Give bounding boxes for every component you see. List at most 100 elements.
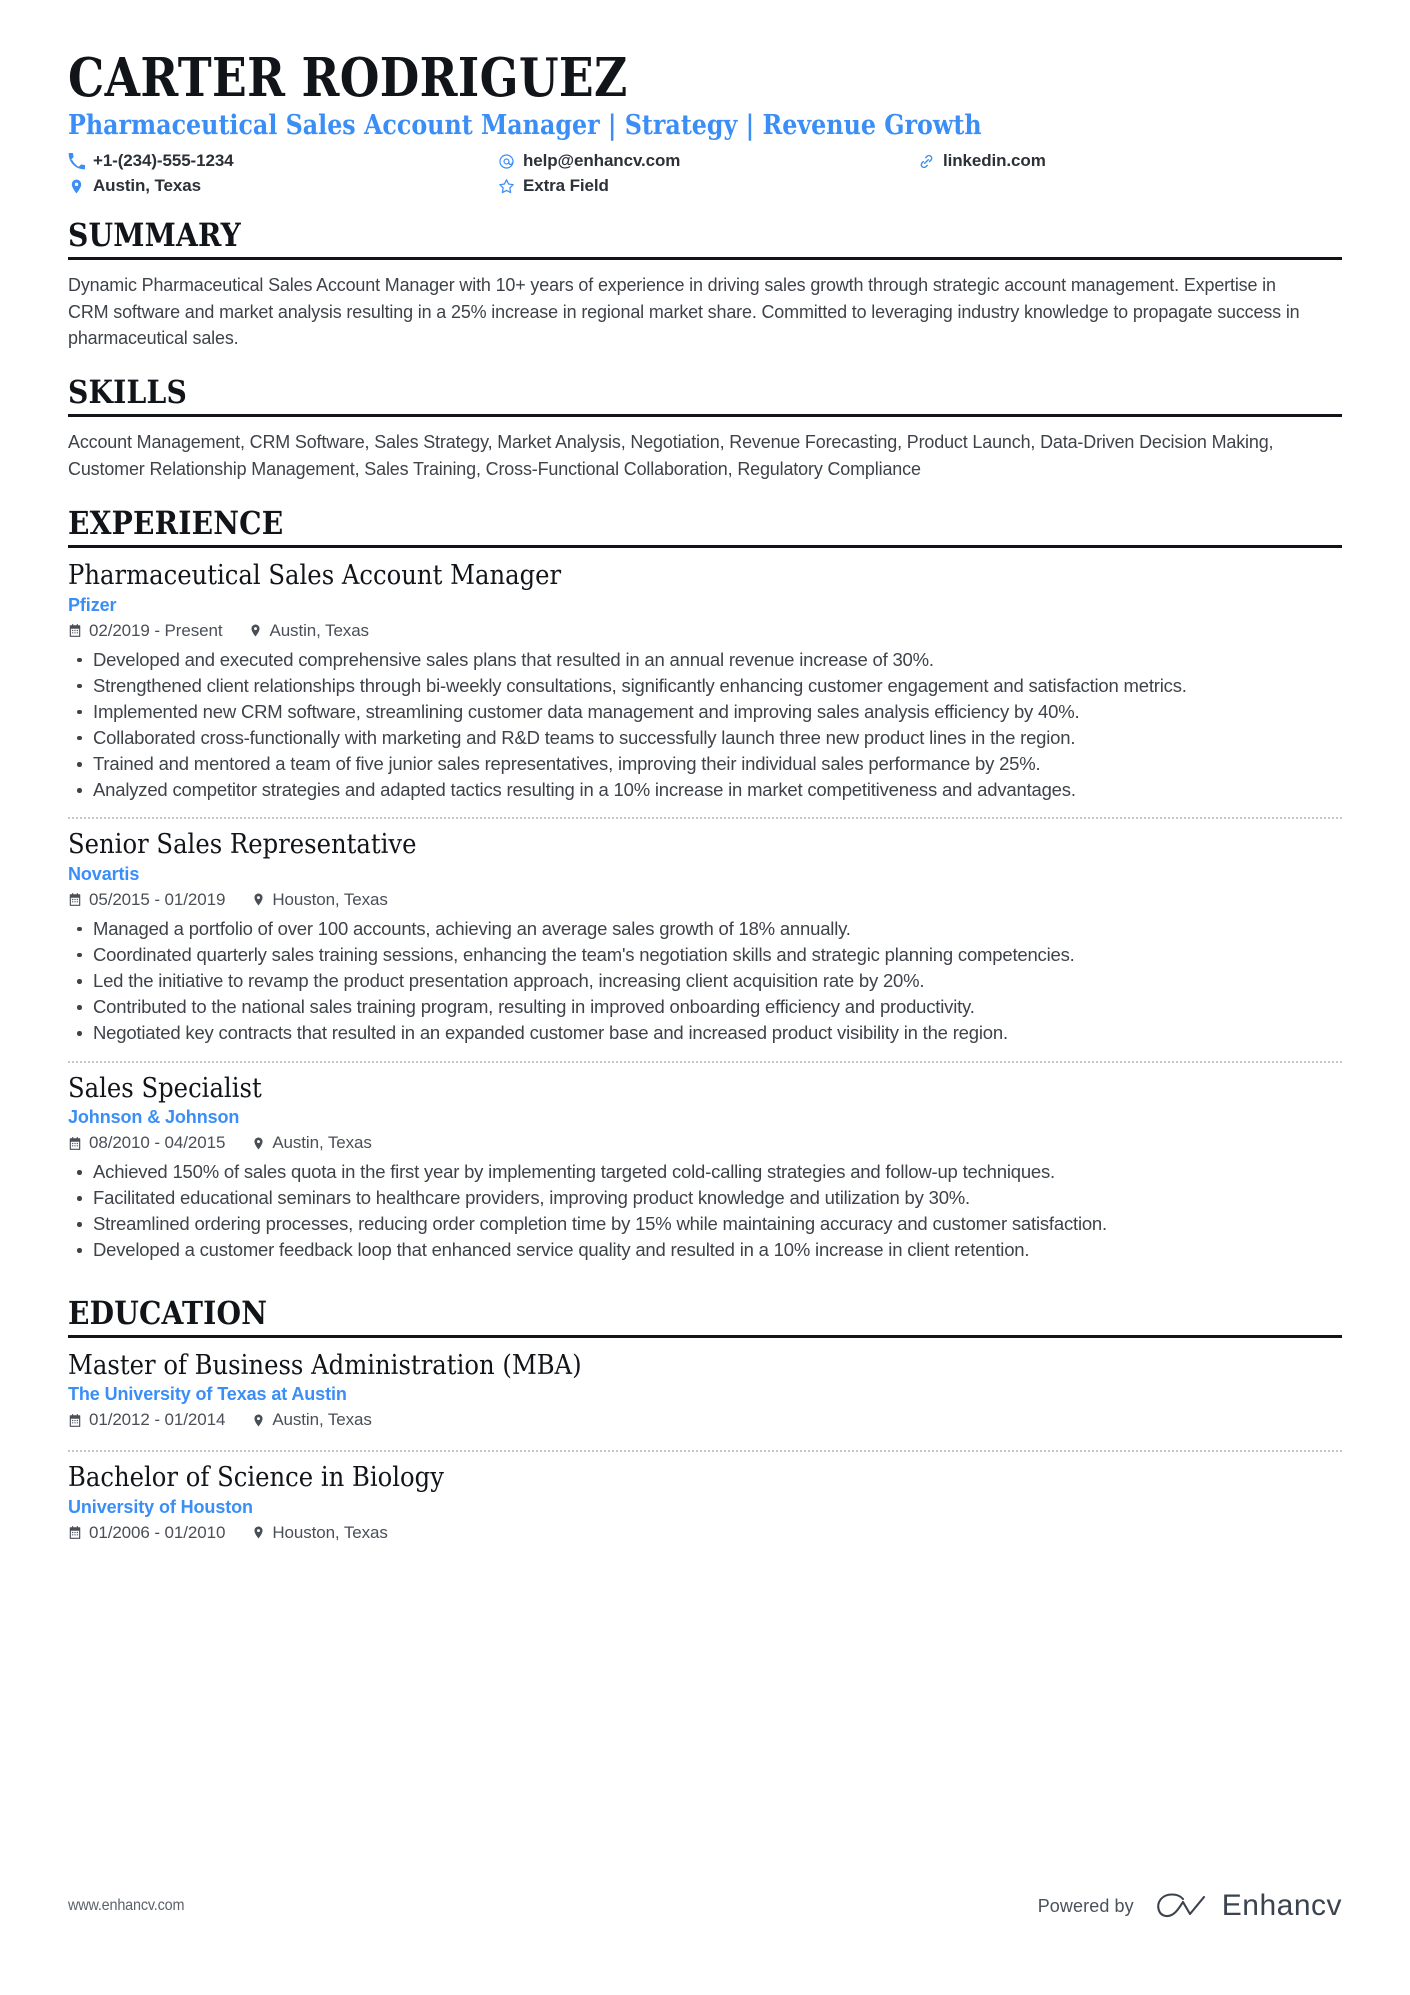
- bullet-item: Trained and mentored a team of five juni…: [68, 751, 1342, 776]
- contact-phone-text: +1-(234)-555-1234: [93, 151, 234, 171]
- section-summary-rule: [68, 257, 1342, 261]
- section-skills-title: SKILLS: [68, 373, 187, 412]
- contact-extra-field: Extra Field: [498, 176, 918, 196]
- education-location: Houston, Texas: [251, 1522, 388, 1543]
- education-degree: Bachelor of Science in Biology: [68, 1462, 444, 1494]
- section-skills-rule: [68, 414, 1342, 418]
- bullet-item: Led the initiative to revamp the product…: [68, 968, 1342, 993]
- education-location-text: Austin, Texas: [272, 1410, 372, 1430]
- section-experience-rule: [68, 545, 1342, 549]
- candidate-name: CARTER RODRIGUEZ: [68, 47, 628, 109]
- education-entry: Master of Business Administration (MBA) …: [68, 1350, 1342, 1444]
- experience-dates: 02/2019 - Present: [68, 620, 223, 641]
- calendar-icon: [68, 1135, 82, 1151]
- experience-meta: 05/2015 - 01/2019 Houston, Texas: [68, 890, 1342, 910]
- experience-entry: Senior Sales Representative Novartis 05/…: [68, 829, 1342, 1054]
- entry-divider: [68, 1450, 1342, 1453]
- education-location-text: Houston, Texas: [272, 1522, 388, 1542]
- contact-email[interactable]: help@enhancv.com: [498, 151, 918, 171]
- bullet-item: Collaborated cross-functionally with mar…: [68, 725, 1342, 750]
- bullet-item: Implemented new CRM software, streamlini…: [68, 699, 1342, 724]
- bullet-item: Facilitated educational seminars to heal…: [68, 1185, 1342, 1210]
- experience-location-text: Austin, Texas: [272, 1133, 372, 1152]
- experience-entry: Pharmaceutical Sales Account Manager Pfi…: [68, 560, 1342, 811]
- experience-job-title: Pharmaceutical Sales Account Manager: [68, 560, 562, 592]
- location-icon: [251, 892, 265, 908]
- star-icon: [498, 178, 515, 195]
- bullet-item: Developed and executed comprehensive sal…: [68, 647, 1342, 672]
- footer-website-url[interactable]: www.enhancv.com: [68, 1897, 184, 1915]
- experience-job-title: Sales Specialist: [68, 1072, 262, 1104]
- location-icon: [251, 1525, 265, 1541]
- education-dates-text: 01/2006 - 01/2010: [89, 1522, 226, 1542]
- experience-dates: 08/2010 - 04/2015: [68, 1133, 225, 1153]
- section-summary-title: SUMMARY: [68, 216, 241, 255]
- experience-company[interactable]: Pfizer: [68, 595, 1342, 616]
- link-icon: [918, 153, 935, 170]
- phone-icon: [68, 152, 85, 170]
- location-icon: [251, 1135, 265, 1151]
- entry-divider: [68, 1060, 1342, 1063]
- experience-dates-text: 05/2015 - 01/2019: [89, 889, 226, 909]
- bullet-item: Streamlined ordering processes, reducing…: [68, 1211, 1342, 1236]
- contact-phone[interactable]: +1-(234)-555-1234: [68, 151, 498, 171]
- enhancv-logo[interactable]: Enhancv: [1152, 1889, 1342, 1923]
- experience-job-title: Senior Sales Representative: [68, 829, 417, 861]
- section-education-rule: [68, 1334, 1342, 1338]
- experience-location: Austin, Texas: [248, 621, 369, 641]
- contact-link[interactable]: linkedin.com: [918, 151, 1342, 171]
- footer-powered-by-label: Powered by: [1037, 1895, 1134, 1916]
- enhancv-mark-icon: [1156, 1893, 1205, 1918]
- calendar-icon: [68, 892, 82, 908]
- contact-link-text: linkedin.com: [943, 151, 1046, 171]
- experience-bullets: Managed a portfolio of over 100 accounts…: [68, 916, 1342, 1046]
- calendar-icon: [68, 623, 82, 639]
- experience-bullets: Achieved 150% of sales quota in the firs…: [68, 1159, 1342, 1263]
- education-dates-text: 01/2012 - 01/2014: [89, 1410, 226, 1430]
- location-icon: [251, 1412, 265, 1428]
- location-icon: [68, 178, 85, 195]
- email-icon: [498, 153, 515, 170]
- bullet-item: Managed a portfolio of over 100 accounts…: [68, 916, 1342, 941]
- candidate-headline: Pharmaceutical Sales Account Manager | S…: [68, 110, 982, 142]
- bullet-item: Negotiated key contracts that resulted i…: [68, 1020, 1342, 1045]
- footer-branding: Powered by Enhancv: [1038, 1889, 1342, 1923]
- calendar-icon: [68, 1525, 82, 1541]
- section-experience: EXPERIENCE Pharmaceutical Sales Account …: [68, 505, 1342, 1272]
- experience-location-text: Austin, Texas: [269, 620, 369, 640]
- resume-page: CARTER RODRIGUEZ Pharmaceutical Sales Ac…: [0, 0, 1410, 1995]
- experience-location-text: Houston, Texas: [272, 889, 388, 909]
- education-dates: 01/2006 - 01/2010: [68, 1523, 225, 1543]
- section-skills: SKILLS Account Management, CRM Software,…: [68, 375, 1342, 482]
- education-institution[interactable]: The University of Texas at Austin: [68, 1384, 1342, 1405]
- contact-extra-field-text: Extra Field: [523, 176, 609, 196]
- bullet-item: Contributed to the national sales traini…: [68, 994, 1342, 1019]
- experience-company[interactable]: Johnson & Johnson: [68, 1107, 1342, 1128]
- summary-text: Dynamic Pharmaceutical Sales Account Man…: [68, 274, 1300, 348]
- experience-entry: Sales Specialist Johnson & Johnson 08/20…: [68, 1073, 1342, 1272]
- experience-meta: 02/2019 - Present Austin, Texas: [68, 621, 1342, 641]
- contact-location-text: Austin, Texas: [93, 176, 201, 196]
- contact-location: Austin, Texas: [68, 176, 498, 196]
- contact-details: +1-(234)-555-1234 help@enhancv.com linke…: [68, 151, 1342, 196]
- section-education-title: EDUCATION: [68, 1293, 268, 1332]
- education-dates: 01/2012 - 01/2014: [68, 1410, 225, 1430]
- experience-company[interactable]: Novartis: [68, 864, 1342, 885]
- bullet-item: Strengthened client relationships throug…: [68, 673, 1342, 698]
- bullet-item: Coordinated quarterly sales training ses…: [68, 942, 1342, 967]
- bullet-item: Analyzed competitor strategies and adapt…: [68, 777, 1342, 802]
- education-degree: Master of Business Administration (MBA): [68, 1349, 582, 1381]
- section-education: EDUCATION Master of Business Administrat…: [68, 1293, 1342, 1557]
- education-institution[interactable]: University of Houston: [68, 1497, 1342, 1518]
- experience-dates: 05/2015 - 01/2019: [68, 890, 225, 910]
- experience-dates-text: 08/2010 - 04/2015: [89, 1133, 226, 1152]
- enhancv-wordmark: Enhancv: [1221, 1889, 1342, 1922]
- calendar-icon: [68, 1412, 82, 1428]
- experience-location: Houston, Texas: [251, 889, 388, 910]
- experience-dates-text: 02/2019 - Present: [89, 620, 223, 640]
- section-summary: SUMMARY Dynamic Pharmaceutical Sales Acc…: [68, 218, 1342, 351]
- resume-header: CARTER RODRIGUEZ Pharmaceutical Sales Ac…: [68, 50, 1342, 196]
- education-meta: 01/2006 - 01/2010 Houston, Texas: [68, 1523, 1342, 1543]
- education-entry: Bachelor of Science in Biology Universit…: [68, 1462, 1342, 1556]
- contact-email-text: help@enhancv.com: [523, 151, 681, 171]
